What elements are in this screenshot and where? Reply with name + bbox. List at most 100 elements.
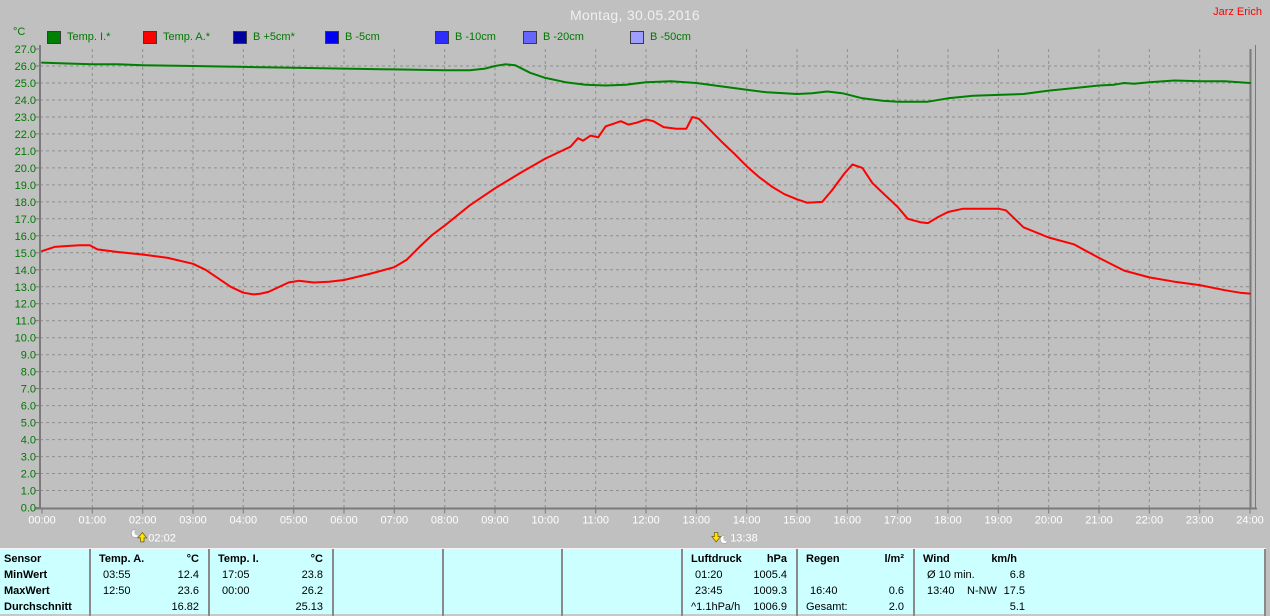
column-title: Temp. I.	[218, 553, 259, 565]
row-label: MinWert	[4, 569, 48, 581]
table-row: 00:00 26.2	[210, 583, 331, 599]
table-column-luftdruck: Luftdruck hPa 01:20 1005.4 23:45 1009.3 ^1.1hP…	[681, 549, 795, 616]
svg-text:23.0: 23.0	[15, 112, 36, 124]
svg-text:23:00: 23:00	[1186, 515, 1214, 527]
stats-table: Sensor MinWert MaxWert Durchschnitt Temp. A.…	[0, 548, 1266, 616]
column-unit: °C	[310, 553, 323, 565]
table-header: Temp. A. °C	[91, 551, 207, 567]
column-title: Wind	[923, 553, 950, 565]
chart-svg: 0.0 1.0 2.0 3.0 4.0 5.0 6.0 7.0 8.0 9.0 10.0 11.0 12…	[15, 44, 1264, 545]
svg-text:07:00: 07:00	[381, 515, 409, 527]
cell-time: 23:45	[695, 585, 723, 597]
cell-time: Gesamt:	[806, 601, 848, 613]
table-row: 25.13	[210, 599, 331, 615]
cell-value: 6.8	[1009, 569, 1025, 581]
cell-time: 01:20	[695, 569, 723, 581]
svg-text:01:00: 01:00	[79, 515, 107, 527]
cell-value: 0.6	[888, 585, 904, 597]
x-axis-labels: 00:00 01:00 02:00 03:00 04:00 05:00 06:00 07:00…	[28, 515, 1264, 527]
cell-value: 1005.4	[753, 569, 787, 581]
row-label: MaxWert	[4, 585, 50, 597]
cell-time: Ø 10 min.	[927, 569, 975, 581]
legend-item-label: B +5cm*	[253, 31, 295, 43]
cell-time: ^1.1hPa/h	[691, 601, 741, 613]
svg-text:02:00: 02:00	[129, 515, 157, 527]
cell-value: 1009.3	[753, 585, 787, 597]
page-title: Montag, 30.05.2016	[570, 7, 700, 23]
column-title: Temp. A.	[99, 553, 145, 565]
table-column-temp-a: Temp. A. °C 03:55 12.4 12:50 23.6 16.82	[89, 549, 207, 616]
svg-text:09:00: 09:00	[481, 515, 509, 527]
moonset-icon	[711, 532, 730, 544]
cell-value: 16.82	[171, 601, 199, 613]
svg-text:21.0: 21.0	[15, 146, 36, 158]
svg-text:00:00: 00:00	[28, 515, 56, 527]
legend-item-b-5cm: B +5cm*	[233, 30, 295, 44]
legend-item-label: B -5cm	[345, 31, 380, 43]
svg-text:10:00: 10:00	[532, 515, 560, 527]
moon-time-label: 02:02	[148, 533, 176, 545]
column-unit: °C	[186, 553, 199, 565]
temperature-chart: 0.0 1.0 2.0 3.0 4.0 5.0 6.0 7.0 8.0 9.0 10.0 11.0 12…	[0, 0, 1270, 548]
table-column-wind: Wind km/h Ø 10 min. 6.8 13:40 N-NW 17.5 5.1	[913, 549, 1266, 616]
table-column-regen: Regen l/m² 16:40 0.6 Gesamt: 2.0	[796, 549, 912, 616]
table-header: Temp. I. °C	[210, 551, 331, 567]
column-title: Regen	[806, 553, 840, 565]
table-column-temp-i: Temp. I. °C 17:05 23.8 00:00 26.2 25.13	[208, 549, 331, 616]
cell-value: 2.0	[888, 601, 904, 613]
cell-wind-direction: N-NW	[967, 585, 997, 597]
table-row: 16.82	[91, 599, 207, 615]
svg-text:24:00: 24:00	[1236, 515, 1264, 527]
table-row: ^1.1hPa/h 1006.9	[683, 599, 795, 615]
legend-item-label: B -50cm	[650, 31, 691, 43]
cell-value: 25.13	[295, 601, 323, 613]
cell-value: 5.1	[1009, 601, 1025, 613]
table-row: Ø 10 min. 6.8	[915, 567, 1025, 583]
y-axis-labels: 0.0 1.0 2.0 3.0 4.0 5.0 6.0 7.0 8.0 9.0 10.0 11.0 12…	[15, 44, 36, 515]
title-bar: Montag, 30.05.2016 Jarz Erich	[0, 0, 1270, 26]
svg-text:17:00: 17:00	[884, 515, 912, 527]
column-unit: km/h	[991, 553, 1017, 565]
svg-text:10.0: 10.0	[15, 333, 36, 345]
moon-time-label: 13:38	[730, 533, 758, 545]
svg-text:11:00: 11:00	[582, 515, 609, 527]
svg-text:26.0: 26.0	[15, 61, 36, 73]
table-row: 13:40 N-NW 17.5	[915, 583, 1025, 599]
chart-legend: Temp. I.* Temp. A.* B +5cm* B -5cm B -10cm B …	[0, 30, 1270, 46]
svg-text:6.0: 6.0	[21, 401, 36, 413]
cell-time: 16:40	[810, 585, 838, 597]
svg-text:16:00: 16:00	[834, 515, 862, 527]
cell-time: 13:40	[927, 585, 955, 597]
table-row	[798, 567, 912, 583]
svg-text:1.0: 1.0	[21, 486, 36, 498]
table-row: 12:50 23.6	[91, 583, 207, 599]
weather-app-window: { "header": { "title": "Montag, 30.05.20…	[0, 0, 1270, 616]
svg-text:17.0: 17.0	[15, 214, 36, 226]
moonrise-marker: 02:02	[131, 528, 176, 545]
table-header: Luftdruck hPa	[683, 551, 795, 567]
cell-value: 23.8	[301, 569, 323, 581]
cell-time: 03:55	[103, 569, 131, 581]
legend-swatch-icon	[325, 30, 339, 44]
moonrise-icon	[131, 528, 148, 543]
column-title: Luftdruck	[691, 553, 742, 565]
svg-text:7.0: 7.0	[21, 384, 36, 396]
table-header: Regen l/m²	[798, 551, 912, 567]
svg-text:25.0: 25.0	[15, 78, 36, 90]
cell-time: 12:50	[103, 585, 131, 597]
cell-time: 17:05	[222, 569, 250, 581]
row-label: Sensor	[4, 553, 42, 565]
table-column-empty	[561, 549, 680, 616]
svg-text:22:00: 22:00	[1136, 515, 1164, 527]
cell-value: 17.5	[1003, 585, 1025, 597]
legend-item-label: Temp. I.*	[67, 31, 111, 43]
table-row: 17:05 23.8	[210, 567, 331, 583]
table-column-sensor-labels: Sensor MinWert MaxWert Durchschnitt	[0, 549, 88, 616]
table-header: Wind km/h	[915, 551, 1025, 567]
svg-text:12.0: 12.0	[15, 299, 36, 311]
svg-text:24.0: 24.0	[15, 95, 36, 107]
legend-item-label: B -20cm	[543, 31, 584, 43]
svg-text:4.0: 4.0	[21, 435, 36, 447]
svg-text:21:00: 21:00	[1085, 515, 1113, 527]
legend-item-temp-i: Temp. I.*	[47, 30, 110, 44]
